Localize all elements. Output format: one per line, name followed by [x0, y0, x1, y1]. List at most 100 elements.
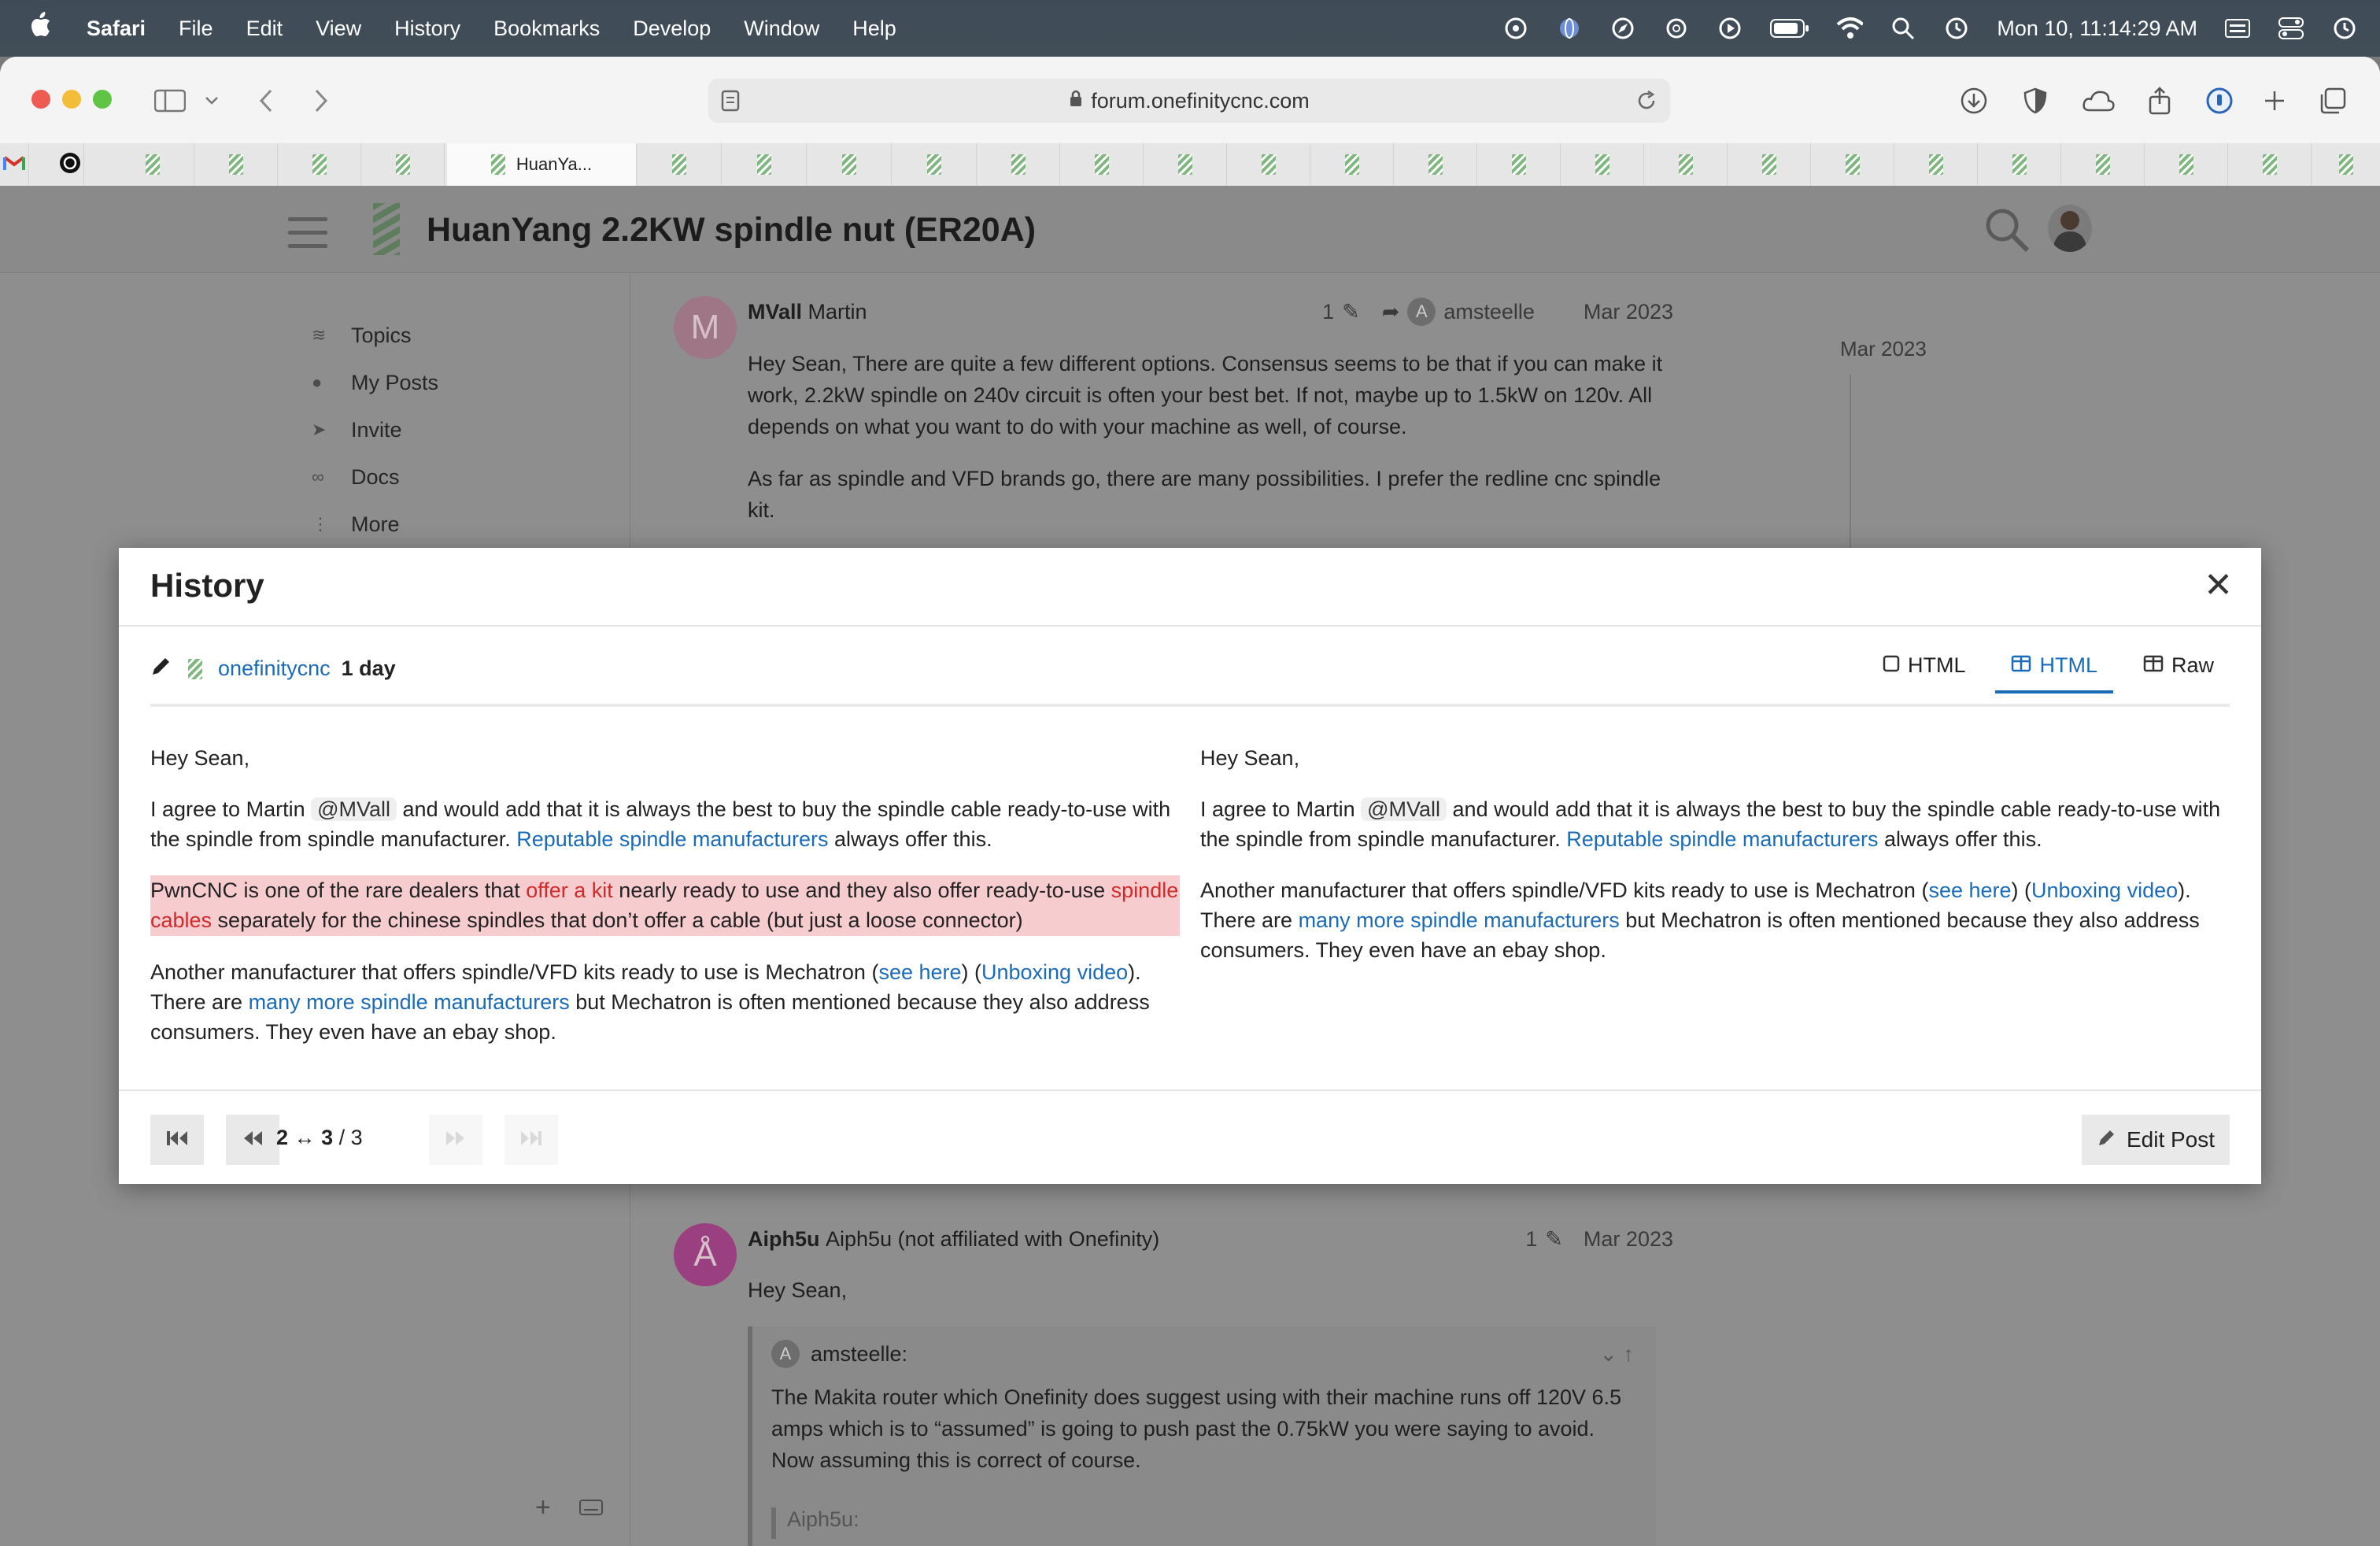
- icloud-icon[interactable]: [2081, 85, 2117, 117]
- reply-to-user[interactable]: amsteelle: [1443, 300, 1535, 324]
- link[interactable]: see here: [1928, 878, 2011, 902]
- menu-edit[interactable]: Edit: [246, 17, 283, 41]
- post-username[interactable]: Aiph5u: [748, 1227, 820, 1252]
- reader-icon[interactable]: [721, 90, 740, 117]
- editor-name[interactable]: onefinitycnc: [218, 656, 331, 681]
- add-icon[interactable]: +: [535, 1492, 551, 1523]
- tab-raw[interactable]: Raw: [2143, 653, 2214, 690]
- tab-forum-8[interactable]: [893, 143, 977, 186]
- hamburger-menu-icon[interactable]: [288, 217, 327, 250]
- user-avatar[interactable]: [2048, 205, 2092, 252]
- link[interactable]: see here: [878, 960, 961, 984]
- last-revision-button[interactable]: [504, 1115, 558, 1165]
- sidebar-item-my-posts[interactable]: ● My Posts: [312, 359, 438, 406]
- time-machine-icon[interactable]: [1943, 15, 1970, 42]
- close-icon[interactable]: ✕: [2204, 565, 2233, 605]
- menu-help[interactable]: Help: [852, 17, 896, 41]
- tab-side-by-side-html[interactable]: HTML: [1995, 653, 2113, 693]
- user-mention[interactable]: @MVall: [311, 797, 397, 821]
- keyboard-shortcuts-icon[interactable]: [579, 1499, 603, 1520]
- post-date[interactable]: Mar 2023: [1584, 1227, 1673, 1252]
- tab-forum-11[interactable]: [1144, 143, 1227, 186]
- sidebar-item-topics[interactable]: ≋ Topics: [312, 312, 438, 359]
- link[interactable]: Unboxing video: [2031, 878, 2178, 902]
- address-bar[interactable]: forum.onefinitycnc.com: [708, 79, 1670, 123]
- tab-forum-15[interactable]: [1478, 143, 1561, 186]
- reload-icon[interactable]: [1635, 90, 1658, 117]
- privacy-shield-icon[interactable]: [2020, 85, 2051, 117]
- user-mention[interactable]: @MVall: [1361, 797, 1447, 821]
- nested-quote-author[interactable]: Aiph5u:: [787, 1507, 859, 1539]
- tab-forum-23[interactable]: [2145, 143, 2228, 186]
- zoom-window-button[interactable]: [93, 90, 112, 109]
- share-icon[interactable]: [2144, 85, 2175, 117]
- sidebar-item-docs[interactable]: ∞ Docs: [312, 453, 438, 501]
- menu-bookmarks[interactable]: Bookmarks: [493, 17, 600, 41]
- page-title[interactable]: HuanYang 2.2KW spindle nut (ER20A): [427, 211, 1036, 250]
- expand-quote-icon[interactable]: ⌄ ↑: [1599, 1342, 1634, 1367]
- play-icon[interactable]: [1717, 15, 1743, 42]
- password-icon[interactable]: [1502, 15, 1529, 42]
- tab-inline-html[interactable]: HTML: [1883, 653, 1965, 690]
- tab-forum-4[interactable]: [362, 143, 445, 186]
- tab-forum-24[interactable]: [2229, 143, 2312, 186]
- downloads-icon[interactable]: [1958, 85, 1990, 117]
- tab-gmail[interactable]: [0, 143, 29, 186]
- avatar[interactable]: M: [674, 296, 737, 359]
- link[interactable]: many more spindle manufacturers: [1299, 908, 1620, 932]
- edit-count[interactable]: 1: [1525, 1227, 1537, 1252]
- sidebar-item-invite[interactable]: ➤ Invite: [312, 406, 438, 453]
- tab-forum-12[interactable]: [1228, 143, 1310, 186]
- tab-forum-5[interactable]: [638, 143, 722, 186]
- minimize-window-button[interactable]: [62, 90, 81, 109]
- tab-overview-icon[interactable]: [2317, 85, 2349, 117]
- edit-post-button[interactable]: Edit Post: [2082, 1115, 2230, 1165]
- tab-forum-2[interactable]: [195, 143, 278, 186]
- post-date[interactable]: Mar 2023: [1584, 300, 1673, 324]
- avatar[interactable]: Å: [674, 1223, 737, 1286]
- tab-forum-14[interactable]: [1395, 143, 1477, 186]
- openai-icon[interactable]: [1663, 15, 1690, 42]
- tab-active-huanyang[interactable]: HuanYa...: [447, 143, 637, 186]
- sidebar-item-more[interactable]: ⋮ More: [312, 501, 438, 548]
- previous-revision-button[interactable]: [226, 1115, 279, 1165]
- tab-forum-25[interactable]: [2312, 143, 2380, 186]
- search-icon[interactable]: [1983, 206, 2031, 257]
- link[interactable]: many more spindle manufacturers: [249, 990, 570, 1014]
- deleted-link[interactable]: offer a kit: [526, 878, 613, 902]
- tab-forum-16[interactable]: [1561, 143, 1644, 186]
- menu-view[interactable]: View: [316, 17, 361, 41]
- menu-file[interactable]: File: [179, 17, 213, 41]
- quote-author[interactable]: amsteelle:: [811, 1342, 907, 1367]
- tab-forum-6[interactable]: [722, 143, 807, 186]
- spotlight-search-icon[interactable]: [1890, 15, 1916, 42]
- menu-develop[interactable]: Develop: [633, 17, 711, 41]
- forward-icon[interactable]: [305, 85, 337, 117]
- wifi-icon[interactable]: [1836, 15, 1864, 42]
- password-extension-icon[interactable]: [2204, 85, 2235, 117]
- tab-forum-10[interactable]: [1061, 143, 1144, 186]
- tab-forum-19[interactable]: [1812, 143, 1894, 186]
- battery-icon[interactable]: [1770, 15, 1809, 42]
- tab-forum-18[interactable]: [1728, 143, 1811, 186]
- link[interactable]: Unboxing video: [981, 960, 1128, 984]
- close-window-button[interactable]: [31, 90, 50, 109]
- timeline-date[interactable]: Mar 2023: [1840, 337, 1927, 361]
- link[interactable]: Reputable spindle manufacturers: [1566, 827, 1878, 851]
- menu-history[interactable]: History: [394, 17, 460, 41]
- tab-forum-7[interactable]: [808, 143, 892, 186]
- onefinity-logo[interactable]: [373, 203, 400, 255]
- compass-icon[interactable]: [1609, 15, 1636, 42]
- clock-icon[interactable]: [2331, 15, 2358, 42]
- menu-window[interactable]: Window: [744, 17, 819, 41]
- tab-forum-1[interactable]: [112, 143, 194, 186]
- tab-forum-3[interactable]: [279, 143, 361, 186]
- control-center-icon[interactable]: [2278, 15, 2304, 42]
- tab-forum-20[interactable]: [1895, 143, 1978, 186]
- chevron-down-icon[interactable]: [200, 85, 224, 117]
- timeline-track[interactable]: [1850, 375, 1851, 556]
- editor-avatar[interactable]: [188, 658, 202, 679]
- clock-text[interactable]: Mon 10, 11:14:29 AM: [1997, 17, 2197, 41]
- new-tab-icon[interactable]: [2259, 85, 2290, 117]
- apple-icon[interactable]: [28, 11, 60, 46]
